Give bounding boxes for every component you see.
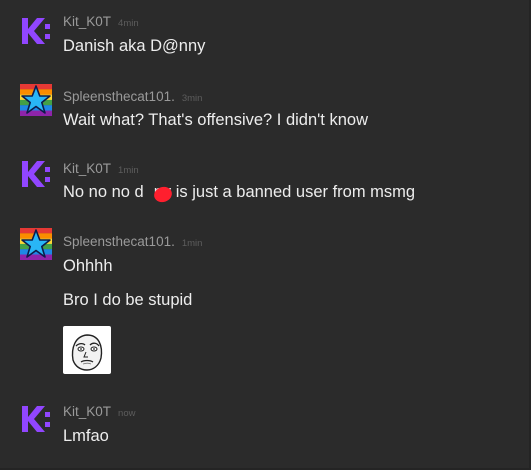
message-text-part: ny is just a banned user from msmg — [153, 183, 416, 201]
message-text: Ohhhh — [63, 257, 113, 275]
username[interactable]: Kit_K0T — [63, 14, 111, 29]
message-text: Danish aka D@nny — [63, 37, 206, 55]
message-text: No no no d ny is just a banned user from … — [63, 183, 415, 202]
timestamp: 3min — [181, 93, 203, 104]
username[interactable]: Spleensthecat101. — [63, 89, 175, 104]
username[interactable]: Spleensthecat101. — [63, 234, 175, 249]
message-header: Spleensthecat101. 1min — [63, 233, 202, 251]
message-text: Lmfao — [63, 427, 109, 445]
username[interactable]: Kit_K0T — [63, 161, 111, 176]
message-text-part: No no no d — [63, 183, 144, 201]
timestamp: 1min — [118, 165, 139, 176]
timestamp: now — [118, 408, 136, 419]
username[interactable]: Kit_K0T — [63, 404, 111, 419]
message-header: Kit_K0T 4min — [63, 13, 139, 31]
k-logo-icon[interactable] — [20, 15, 52, 47]
rainbow-star-icon[interactable] — [20, 228, 52, 260]
chat-panel: Kit_K0T 4min Danish aka D@nny Spleensthec… — [0, 0, 531, 470]
message-header: Kit_K0T 1min — [63, 160, 139, 178]
message-text: Bro I do be stupid — [63, 291, 193, 309]
timestamp: 4min — [118, 18, 139, 29]
k-logo-icon[interactable] — [20, 158, 52, 190]
rainbow-star-icon[interactable] — [20, 84, 52, 116]
okay-face-meme-icon[interactable] — [63, 326, 111, 374]
message-header: Spleensthecat101. 3min — [63, 88, 202, 106]
k-logo-icon[interactable] — [20, 403, 52, 435]
message-header: Kit_K0T now — [63, 403, 135, 421]
timestamp: 1min — [181, 238, 203, 249]
message-text: Wait what? That's offensive? I didn't kn… — [63, 111, 368, 129]
